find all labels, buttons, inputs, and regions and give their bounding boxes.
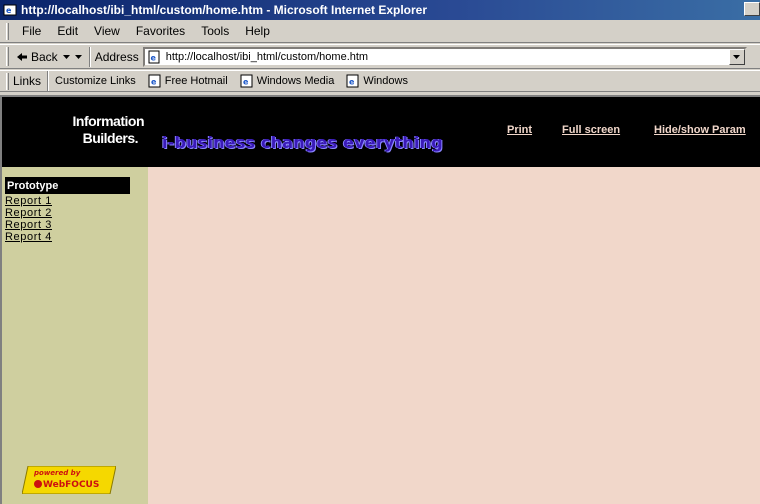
link-free-hotmail[interactable]: e Free Hotmail — [148, 74, 228, 88]
forward-dropdown-button[interactable] — [73, 46, 85, 67]
menu-edit[interactable]: Edit — [49, 24, 86, 38]
information-builders-logo: Information Builders. — [54, 113, 145, 147]
links-label[interactable]: Links — [13, 74, 41, 88]
page-header: Information Builders. i-business changes… — [2, 97, 760, 167]
svg-text:e: e — [243, 78, 249, 87]
svg-text:e: e — [6, 6, 12, 15]
sidebar-report-1-link[interactable]: Report 1 — [5, 195, 52, 207]
address-input[interactable]: e http://localhost/ibi_html/custom/home.… — [142, 46, 747, 67]
sidebar-report-3-link[interactable]: Report 3 — [5, 219, 52, 231]
badge-line-2: WebFOCUS — [43, 480, 99, 490]
webfocus-badge: powered by WebFOCUS — [22, 466, 116, 494]
link-windows-media-label: Windows Media — [256, 75, 335, 87]
address-dropdown-button[interactable] — [728, 48, 745, 65]
links-bar: Links Customize Links e Free Hotmail e W… — [0, 70, 760, 92]
ie-page-icon: e — [148, 74, 162, 88]
link-windows-media[interactable]: e Windows Media — [240, 74, 335, 88]
chevron-down-icon — [75, 54, 83, 59]
link-windows[interactable]: e Windows — [346, 74, 408, 88]
link-customize-links[interactable]: Customize Links — [55, 75, 136, 87]
toolbar-separator — [88, 46, 91, 67]
window-title-bar[interactable]: e http://localhost/ibi_html/custom/home.… — [0, 0, 760, 20]
ie-page-icon: e — [240, 74, 254, 88]
ie-page-icon: e — [346, 74, 360, 88]
hide-show-param-link[interactable]: Hide/show Param — [654, 124, 746, 136]
toolbar-grip[interactable] — [6, 47, 9, 66]
page-content: Information Builders. i-business changes… — [0, 95, 760, 504]
back-arrow-icon — [17, 52, 27, 61]
sidebar-report-4-link[interactable]: Report 4 — [5, 231, 52, 243]
sidebar-report-2-link[interactable]: Report 2 — [5, 207, 52, 219]
sidebar: Prototype Report 1 Report 2 Report 3 Rep… — [2, 167, 148, 504]
link-customize-links-label: Customize Links — [55, 75, 136, 87]
badge-line-1: powered by — [33, 469, 81, 477]
svg-text:e: e — [151, 78, 157, 87]
ie-app-icon: e — [2, 2, 18, 18]
back-dropdown-button[interactable] — [61, 46, 73, 67]
menu-tools[interactable]: Tools — [193, 24, 237, 38]
sidebar-header: Prototype — [5, 177, 130, 194]
window-control-button[interactable] — [744, 2, 760, 16]
back-button[interactable]: Back — [13, 46, 61, 67]
page-icon: e — [147, 50, 163, 64]
navigation-toolbar: Back Address e http://localhost/ibi_html… — [0, 44, 760, 69]
links-bar-grip[interactable] — [6, 72, 9, 90]
address-label: Address — [94, 49, 139, 64]
menu-help[interactable]: Help — [237, 24, 278, 38]
menu-file[interactable]: File — [14, 24, 49, 38]
menu-bar-grip[interactable] — [6, 22, 9, 40]
tagline: i-business changes everything — [162, 133, 443, 152]
svg-text:e: e — [349, 78, 355, 87]
svg-text:e: e — [150, 53, 156, 62]
link-free-hotmail-label: Free Hotmail — [164, 75, 228, 87]
logo-line-1: Information — [72, 113, 145, 129]
menu-view[interactable]: View — [86, 24, 128, 38]
link-windows-label: Windows — [363, 75, 408, 87]
logo-line-2: Builders. — [82, 130, 139, 146]
chevron-down-icon — [63, 54, 71, 59]
back-button-label: Back — [31, 49, 58, 64]
window-title: http://localhost/ibi_html/custom/home.ht… — [21, 3, 428, 17]
print-link[interactable]: Print — [507, 124, 532, 136]
menu-bar: File Edit View Favorites Tools Help — [0, 20, 760, 43]
links-separator — [47, 71, 50, 91]
address-value: http://localhost/ibi_html/custom/home.ht… — [165, 50, 369, 63]
full-screen-link[interactable]: Full screen — [562, 124, 620, 136]
menu-favorites[interactable]: Favorites — [128, 24, 193, 38]
chevron-down-icon — [733, 54, 741, 59]
